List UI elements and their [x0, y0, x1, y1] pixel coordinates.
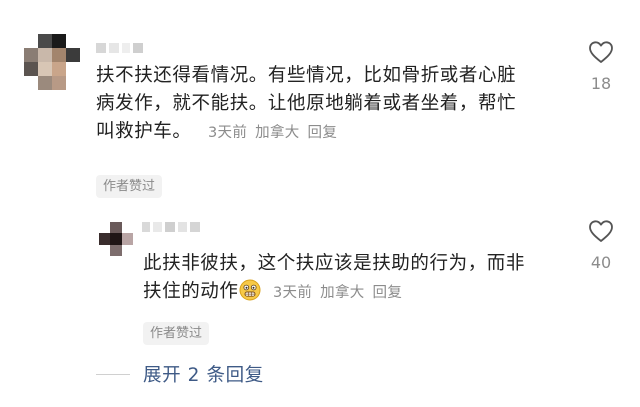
comment-meta: 3天前 加拿大 回复 — [273, 285, 402, 301]
avatar-pixel — [38, 34, 52, 48]
avatar-pixel — [110, 233, 122, 245]
expand-replies-button[interactable]: 展开 2 条回复 — [143, 361, 264, 387]
comment-line: 病发作，就不能扶。让他原地躺着或者坐着，帮忙 — [96, 93, 517, 114]
reply-button[interactable]: 回复 — [308, 125, 338, 141]
avatar-pixel — [99, 233, 111, 245]
avatar-pixel — [121, 233, 133, 245]
reply-button[interactable]: 回复 — [373, 285, 403, 301]
comment-line-text: 叫救护车。 — [96, 121, 192, 142]
comment-text: 此扶非彼扶，这个扶应该是扶助的行为，而非 扶住的动作 3天前 加拿大 回复 — [143, 250, 563, 310]
author-liked-badge: 作者赞过 — [143, 322, 210, 345]
comment-line: 此扶非彼扶，这个扶应该是扶助的行为，而非 — [143, 253, 526, 274]
avatar-pixel — [24, 76, 38, 90]
avatar-pixel — [24, 34, 38, 48]
comment-time: 3天前 — [273, 285, 313, 301]
avatar-pixel — [66, 48, 80, 62]
avatar-pixel — [52, 48, 66, 62]
avatar-pixel — [52, 76, 66, 90]
comment-line: 叫救护车。 3天前 加拿大 回复 — [96, 118, 576, 147]
comment-location: 加拿大 — [320, 285, 365, 301]
comment-meta: 3天前 加拿大 回复 — [208, 125, 337, 141]
avatar-pixel — [99, 222, 111, 234]
comment-location: 加拿大 — [255, 125, 300, 141]
divider — [96, 374, 130, 375]
avatar-pixel — [52, 62, 66, 76]
comment-line-text: 扶住的动作 — [143, 281, 239, 302]
username-blurred[interactable] — [142, 222, 200, 232]
heart-icon — [589, 41, 613, 63]
avatar-pixel — [110, 244, 122, 256]
avatar-pixel — [121, 222, 133, 234]
like-count: 18 — [590, 74, 612, 93]
comment-line: 扶不扶还得看情况。有些情况，比如骨折或者心脏 — [96, 65, 517, 86]
avatar-pixel — [38, 62, 52, 76]
avatar-pixel — [38, 76, 52, 90]
avatar-pixel — [121, 244, 133, 256]
avatar-pixel — [38, 48, 52, 62]
like-button[interactable]: 40 — [581, 219, 621, 272]
avatar-pixel — [66, 34, 80, 48]
comment-line: 扶住的动作 3天前 加拿大 回复 — [143, 278, 563, 310]
avatar-pixel — [66, 62, 80, 76]
avatar-pixel — [66, 76, 80, 90]
author-liked-badge: 作者赞过 — [96, 175, 163, 198]
avatar-pixel — [24, 48, 38, 62]
heart-icon — [589, 220, 613, 242]
grimacing-face-icon — [239, 279, 261, 310]
avatar-pixel — [110, 222, 122, 234]
username-blurred[interactable] — [96, 43, 143, 53]
avatar-pixel — [24, 62, 38, 76]
comment-text: 扶不扶还得看情况。有些情况，比如骨折或者心脏 病发作，就不能扶。让他原地躺着或者… — [96, 62, 576, 147]
avatar-pixel — [52, 34, 66, 48]
comment-time: 3天前 — [208, 125, 248, 141]
like-count: 40 — [590, 253, 612, 272]
like-button[interactable]: 18 — [581, 40, 621, 93]
avatar[interactable] — [99, 222, 133, 256]
avatar-pixel — [99, 244, 111, 256]
avatar[interactable] — [24, 34, 80, 90]
